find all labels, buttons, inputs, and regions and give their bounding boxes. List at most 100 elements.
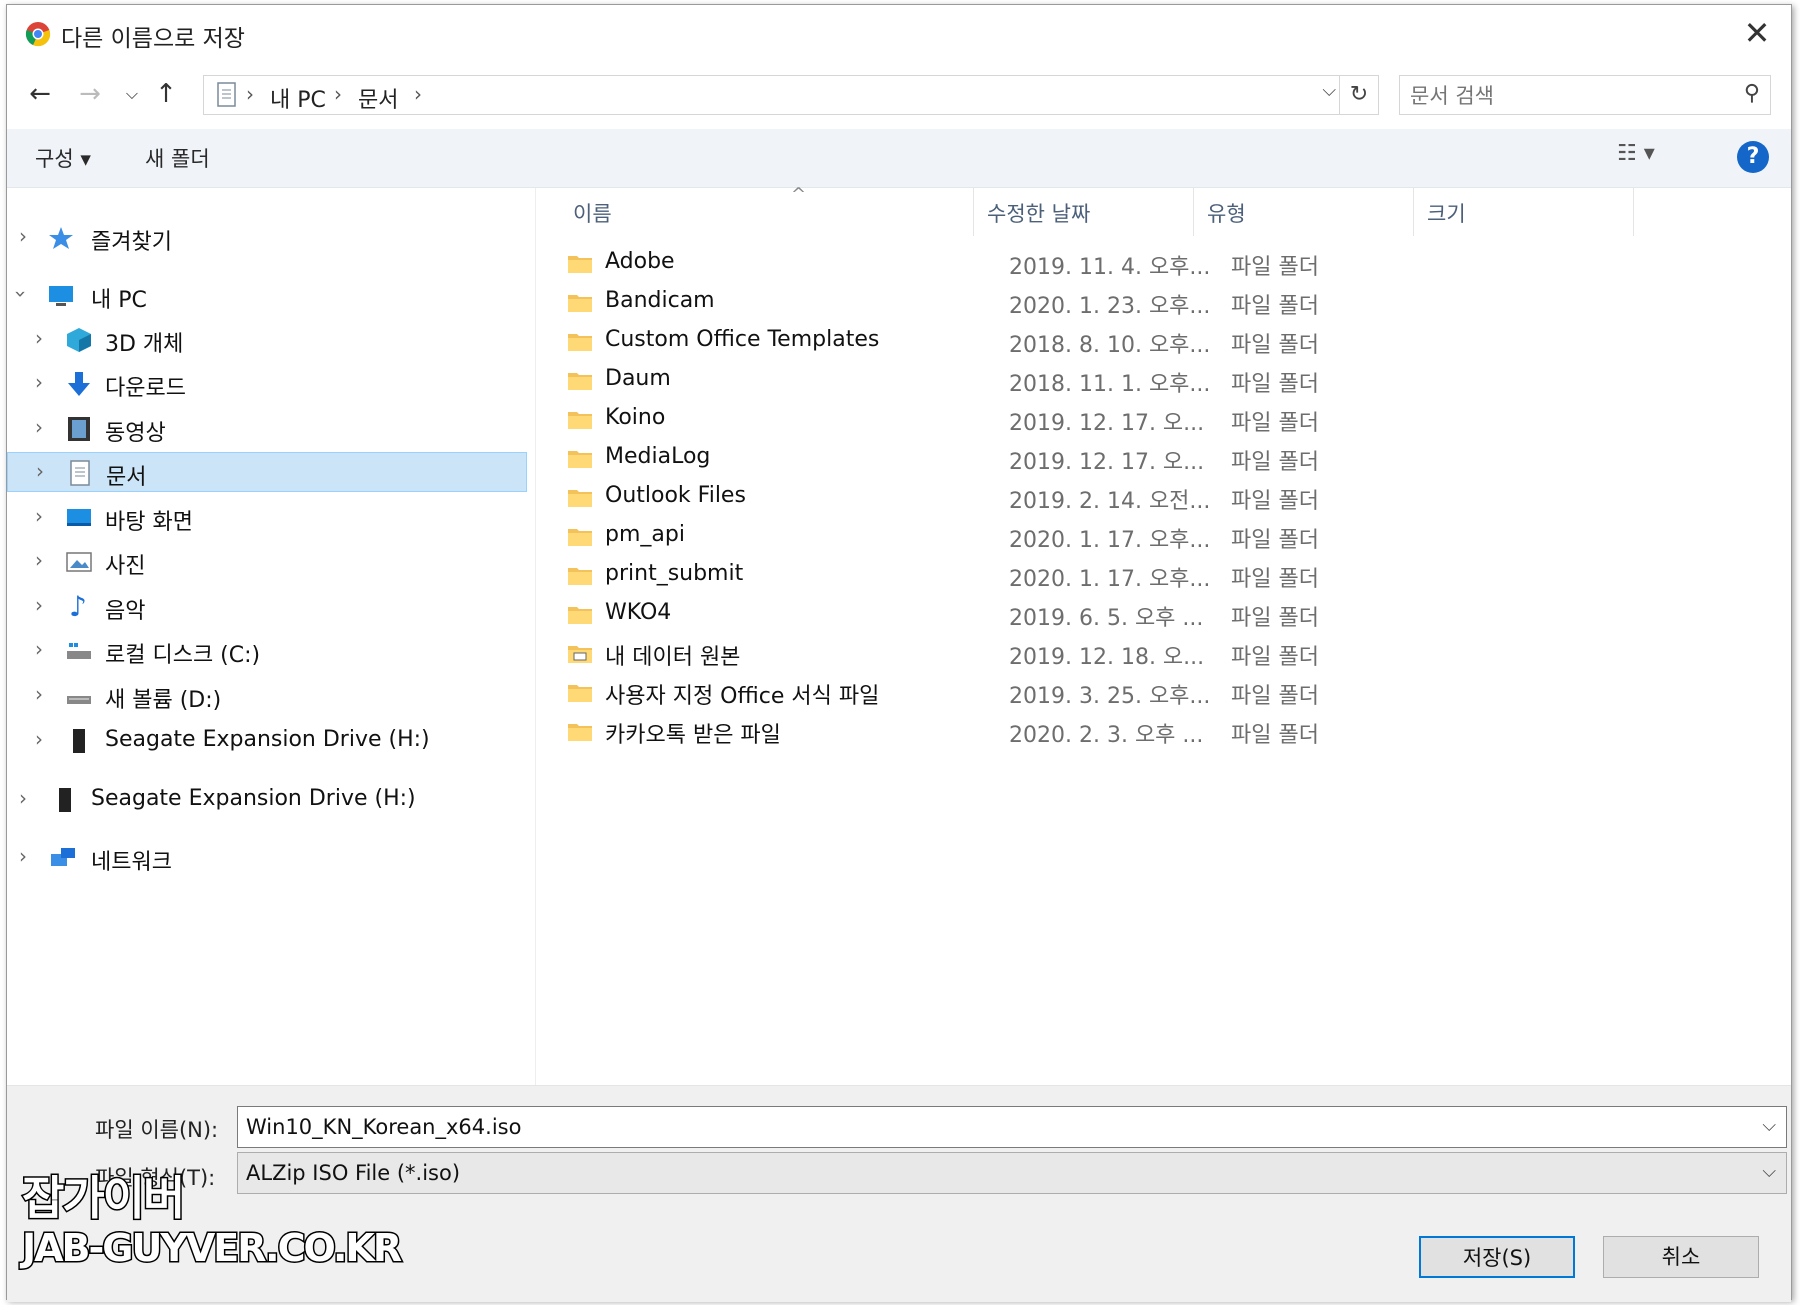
search-box[interactable]: ⚲ <box>1399 75 1771 115</box>
file-row[interactable]: Bandicam 2020. 1. 23. 오후... 파일 폴더 <box>567 283 1767 321</box>
filetype-value[interactable]: ALZip ISO File (*.iso) <box>246 1161 460 1185</box>
collapse-chevron-icon[interactable]: › <box>9 290 33 298</box>
breadcrumb-separator-icon: › <box>334 82 342 106</box>
file-type: 파일 폴더 <box>1231 333 1319 358</box>
search-input[interactable] <box>1408 80 1712 112</box>
file-type: 파일 폴더 <box>1231 294 1319 319</box>
save-button[interactable]: 저장(S) <box>1419 1236 1575 1278</box>
tree-item-3d-objects[interactable]: › 3D 개체 <box>7 320 527 360</box>
expand-chevron-icon[interactable]: › <box>35 504 43 528</box>
file-row[interactable]: pm_api 2020. 1. 17. 오후... 파일 폴더 <box>567 517 1767 555</box>
recent-locations-chevron-icon[interactable]: ⌵ <box>115 77 149 111</box>
expand-chevron-icon[interactable]: › <box>35 548 43 572</box>
file-row[interactable]: Outlook Files 2019. 2. 14. 오전... 파일 폴더 <box>567 478 1767 516</box>
tree-item-desktop[interactable]: › 바탕 화면 <box>7 498 527 538</box>
filename-label: 파일 이름(N): <box>95 1118 219 1142</box>
expand-chevron-icon[interactable]: › <box>35 637 43 661</box>
watermark-url: JAB-GUYVER.CO.KR <box>20 1225 403 1272</box>
organize-button[interactable]: 구성 ▾ <box>35 143 91 173</box>
tree-item-seagate-h[interactable]: › Seagate Expansion Drive (H:) <box>7 721 527 761</box>
filename-value[interactable]: Win10_KN_Korean_x64.iso <box>246 1115 521 1139</box>
breadcrumb-separator-icon: › <box>246 82 254 106</box>
refresh-icon[interactable]: ↻ <box>1339 76 1378 114</box>
cancel-button[interactable]: 취소 <box>1603 1236 1759 1278</box>
tree-label: 문서 <box>106 465 147 490</box>
chevron-down-icon[interactable]: ⌵ <box>1762 1161 1776 1182</box>
navigation-pane: › 즐겨찾기 › 내 PC › 3D 개체 › 다운로드 › 동영상 › 문서 <box>7 188 536 1085</box>
column-divider[interactable] <box>1413 188 1414 236</box>
address-bar[interactable]: › 내 PC › 문서 › ⌵ ↻ <box>203 75 1379 115</box>
file-row[interactable]: Koino 2019. 12. 17. 오... 파일 폴더 <box>567 400 1767 438</box>
file-row[interactable]: print_submit 2020. 1. 17. 오후... 파일 폴더 <box>567 556 1767 594</box>
expand-chevron-icon[interactable]: › <box>35 370 43 394</box>
file-row[interactable]: 내 데이터 원본 2019. 12. 18. 오... 파일 폴더 <box>567 634 1767 672</box>
file-name: Koino <box>605 405 666 430</box>
filename-field[interactable]: Win10_KN_Korean_x64.iso ⌵ <box>237 1106 1787 1148</box>
forward-arrow-icon[interactable]: → <box>73 77 107 111</box>
file-date: 2019. 6. 5. 오후 ... <box>1009 606 1204 631</box>
filetype-select[interactable]: ALZip ISO File (*.iso) ⌵ <box>237 1152 1787 1194</box>
folder-icon <box>568 685 592 702</box>
file-name: Outlook Files <box>605 483 746 508</box>
expand-chevron-icon[interactable]: › <box>35 727 43 751</box>
column-divider[interactable] <box>1633 188 1634 236</box>
folder-icon <box>568 256 592 273</box>
tree-item-local-disk-c[interactable]: › 로컬 디스크 (C:) <box>7 631 527 671</box>
up-arrow-icon[interactable]: ↑ <box>149 77 183 111</box>
expand-chevron-icon[interactable]: › <box>35 326 43 350</box>
chevron-down-icon[interactable]: ⌵ <box>1762 1115 1776 1136</box>
close-button[interactable]: ✕ <box>1737 15 1777 51</box>
column-divider[interactable] <box>1193 188 1194 236</box>
file-row[interactable]: 사용자 지정 Office 서식 파일 2019. 3. 25. 오후... 파… <box>567 673 1767 711</box>
tree-item-videos[interactable]: › 동영상 <box>7 409 527 449</box>
tree-item-favorites[interactable]: › 즐겨찾기 <box>7 218 527 258</box>
column-header-size[interactable]: 크기 <box>1427 198 1466 228</box>
expand-chevron-icon[interactable]: › <box>35 682 43 706</box>
file-name: 사용자 지정 Office 서식 파일 <box>605 684 880 709</box>
expand-chevron-icon[interactable]: › <box>36 459 44 483</box>
tree-item-downloads[interactable]: › 다운로드 <box>7 364 527 404</box>
expand-chevron-icon[interactable]: › <box>35 593 43 617</box>
tree-label: 음악 <box>105 599 146 624</box>
new-folder-button[interactable]: 새 폴더 <box>145 143 210 173</box>
folder-icon <box>568 724 592 741</box>
folder-icon <box>568 529 592 546</box>
star-icon <box>49 227 73 249</box>
file-row[interactable]: MediaLog 2019. 12. 17. 오... 파일 폴더 <box>567 439 1767 477</box>
column-header-name[interactable]: 이름 <box>573 198 612 228</box>
file-type: 파일 폴더 <box>1231 684 1319 709</box>
file-row[interactable]: WKO4 2019. 6. 5. 오후 ... 파일 폴더 <box>567 595 1767 633</box>
file-date: 2018. 8. 10. 오후... <box>1009 333 1211 358</box>
column-header-date[interactable]: 수정한 날짜 <box>987 198 1090 228</box>
expand-chevron-icon[interactable]: › <box>19 224 27 248</box>
window-title: 다른 이름으로 저장 <box>61 26 245 52</box>
file-row[interactable]: Adobe 2019. 11. 4. 오후... 파일 폴더 <box>567 244 1767 282</box>
file-row[interactable]: 카카오톡 받은 파일 2020. 2. 3. 오후 ... 파일 폴더 <box>567 712 1767 750</box>
folder-icon <box>568 412 592 429</box>
address-dropdown-chevron-icon[interactable]: ⌵ <box>1322 80 1336 101</box>
tree-item-volume-d[interactable]: › 새 볼륨 (D:) <box>7 676 527 716</box>
expand-chevron-icon[interactable]: › <box>19 786 27 810</box>
expand-chevron-icon[interactable]: › <box>35 415 43 439</box>
file-name: 카카오톡 받은 파일 <box>605 723 781 748</box>
tree-item-pictures[interactable]: › 사진 <box>7 542 527 582</box>
tree-item-network[interactable]: › 네트워크 <box>7 838 527 878</box>
breadcrumb-this-pc[interactable]: 내 PC <box>270 82 326 114</box>
tree-label: 동영상 <box>105 421 166 446</box>
file-row[interactable]: Daum 2018. 11. 1. 오후... 파일 폴더 <box>567 361 1767 399</box>
back-arrow-icon[interactable]: ← <box>23 77 57 111</box>
expand-chevron-icon[interactable]: › <box>19 844 27 868</box>
file-name: pm_api <box>605 522 685 547</box>
file-type: 파일 폴더 <box>1231 645 1319 670</box>
tree-item-music[interactable]: › ♪ 음악 <box>7 587 527 627</box>
file-row[interactable]: Custom Office Templates 2018. 8. 10. 오후.… <box>567 322 1767 360</box>
tree-item-documents[interactable]: › 문서 <box>7 452 527 492</box>
column-divider[interactable] <box>973 188 974 236</box>
breadcrumb-documents[interactable]: 문서 <box>358 82 398 114</box>
tree-item-this-pc[interactable]: › 내 PC <box>7 276 527 316</box>
view-options-icon[interactable]: ☷ ▾ <box>1617 141 1655 166</box>
picture-icon <box>66 552 92 572</box>
help-button[interactable]: ? <box>1737 141 1769 173</box>
tree-item-seagate-h-root[interactable]: › Seagate Expansion Drive (H:) <box>7 780 527 820</box>
column-header-type[interactable]: 유형 <box>1207 198 1246 228</box>
